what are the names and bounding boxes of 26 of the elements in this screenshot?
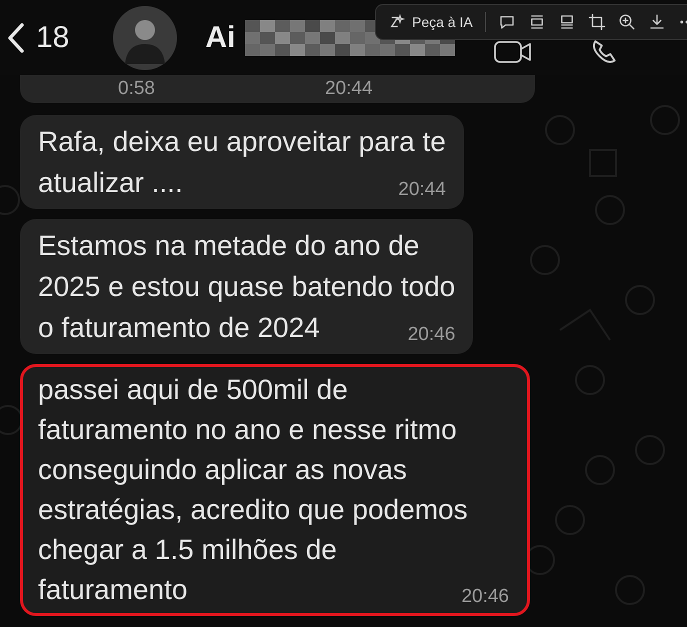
message-text-line: chegar a 1.5 milhões de bbox=[38, 533, 337, 567]
message-text-line: Rafa, deixa eu aproveitar para te bbox=[38, 125, 446, 159]
message-text-line: atualizar .... bbox=[38, 166, 183, 200]
message-text-line: estratégias, acredito que podemos bbox=[38, 493, 468, 527]
comment-icon[interactable] bbox=[498, 13, 516, 31]
voice-duration: 0:58 bbox=[118, 78, 155, 100]
message-time: 20:44 bbox=[324, 78, 373, 100]
crop-icon[interactable] bbox=[588, 13, 606, 31]
voice-message[interactable]: 0:58 20:44 bbox=[20, 75, 535, 103]
message-text-line: 2025 e estou quase batendo todo bbox=[38, 270, 456, 304]
avatar[interactable] bbox=[113, 6, 178, 70]
message-text-line: faturamento no ano e nesse ritmo bbox=[38, 413, 457, 447]
message-time: 20:46 bbox=[461, 586, 509, 608]
message-text-line: conseguindo aplicar as novas bbox=[38, 453, 407, 487]
message-text-line: o faturamento de 2024 bbox=[38, 311, 320, 345]
message-time: 20:44 bbox=[398, 179, 446, 201]
message-text-line: faturamento bbox=[38, 573, 188, 607]
download-icon[interactable] bbox=[648, 13, 666, 31]
back-button[interactable]: 18 bbox=[6, 20, 70, 54]
back-chevron-icon bbox=[6, 22, 26, 54]
contact-name[interactable]: Ai bbox=[205, 20, 236, 54]
message-time: 20:46 bbox=[408, 324, 456, 346]
zoom-in-icon[interactable] bbox=[618, 13, 636, 31]
message-text-line: Estamos na metade do ano de bbox=[38, 229, 420, 263]
ask-ai-button[interactable]: Peça à IA bbox=[388, 13, 473, 31]
message-text-line: passei aqui de 500mil de bbox=[38, 373, 348, 407]
